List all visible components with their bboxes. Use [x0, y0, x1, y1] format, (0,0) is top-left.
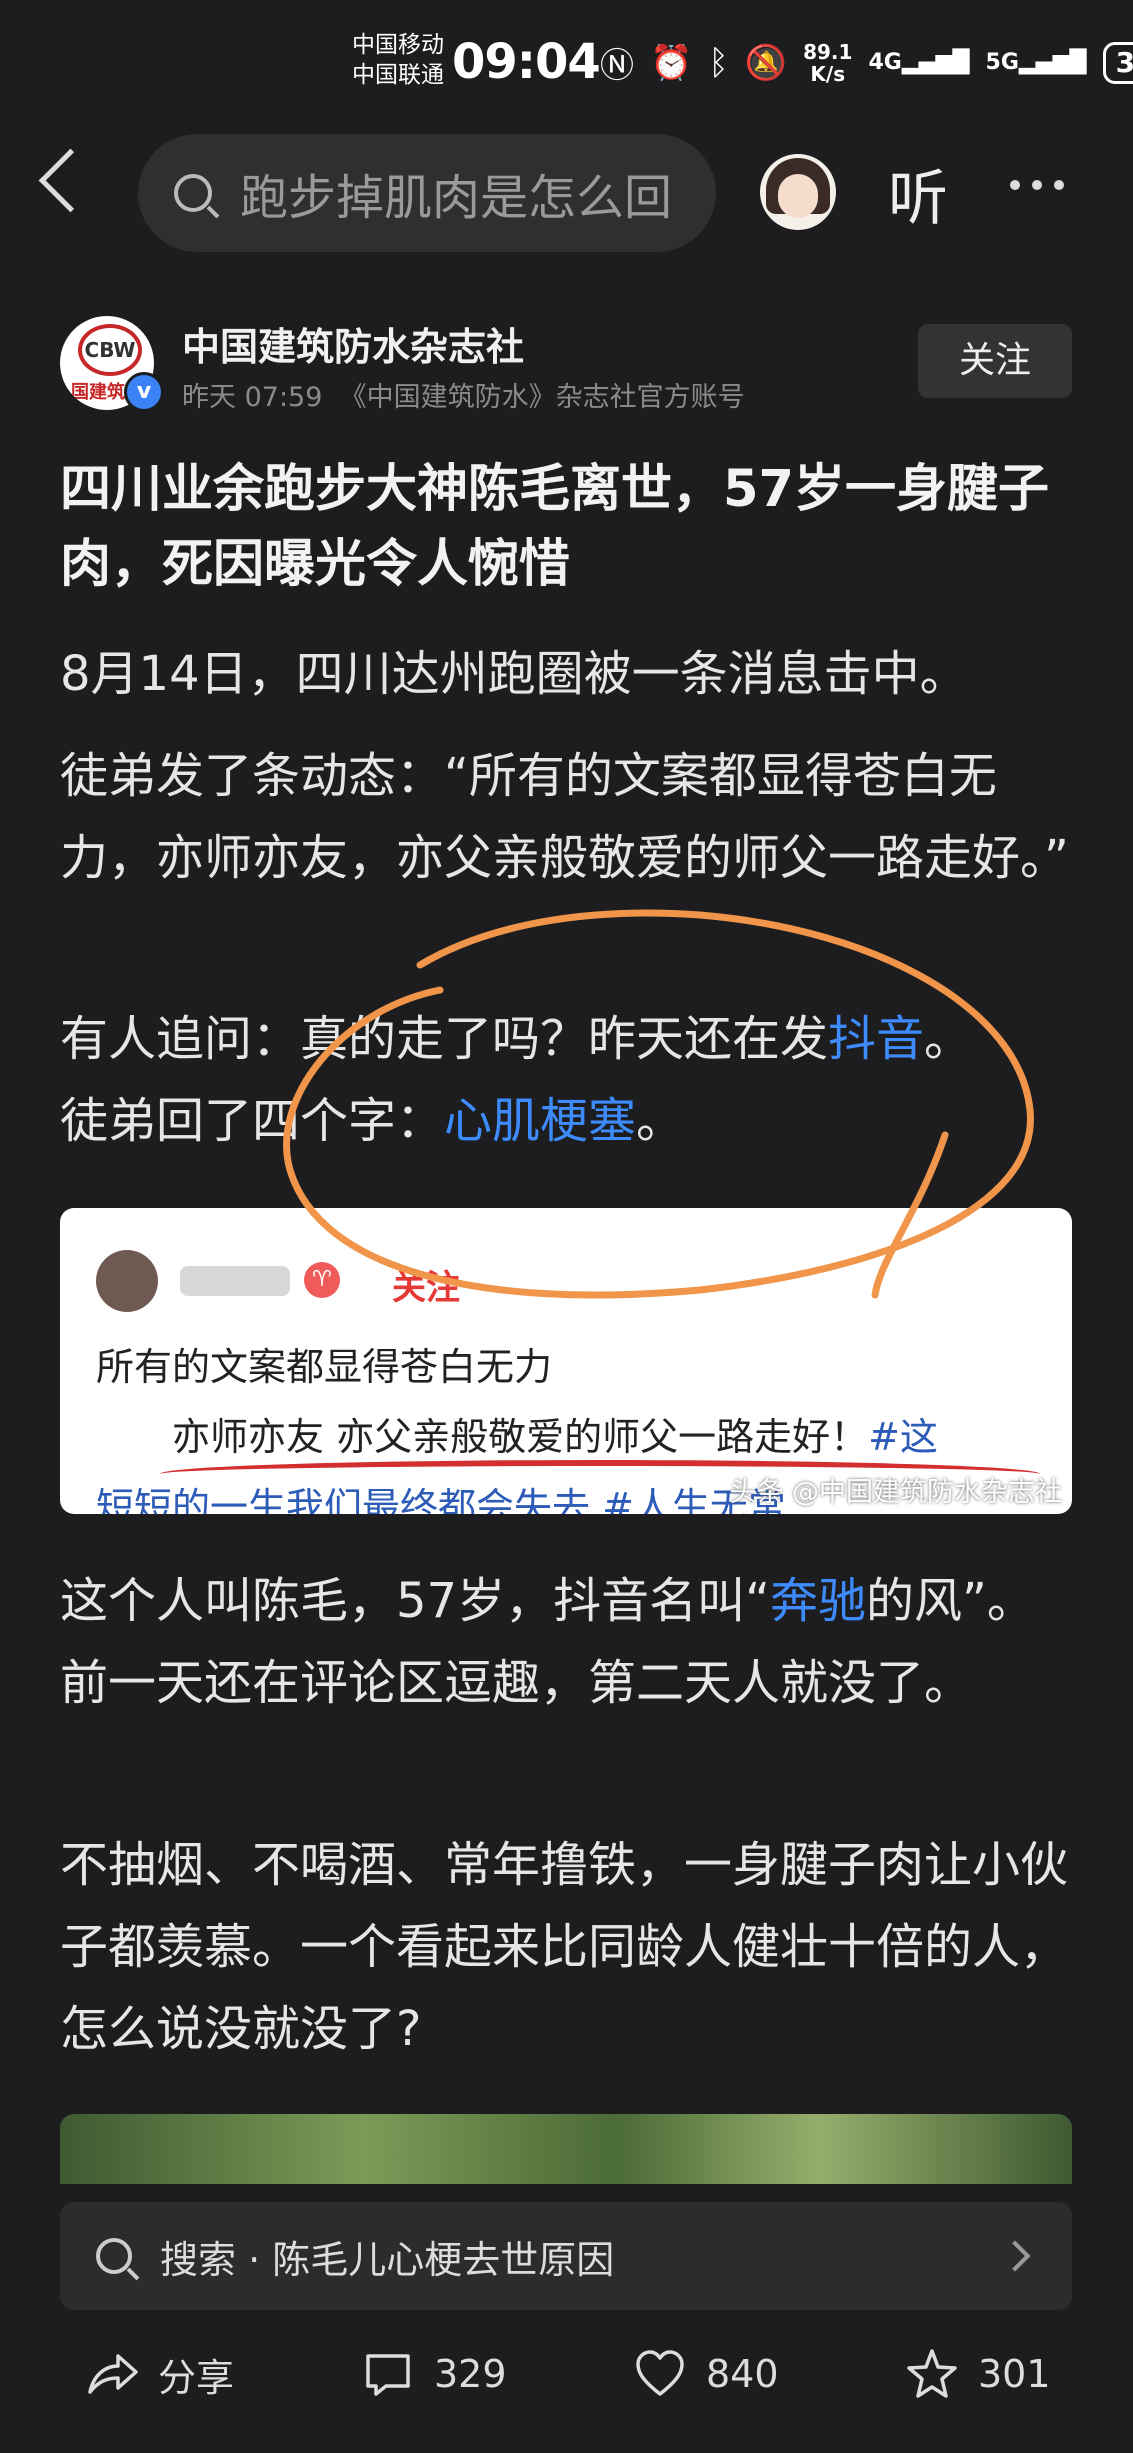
share-icon — [84, 2346, 140, 2402]
article-photo[interactable] — [60, 2114, 1072, 2184]
favorite-button[interactable]: 301 — [904, 2346, 1051, 2402]
benz-link[interactable]: 奔驰 — [770, 1573, 866, 1629]
paragraph-6: 不抽烟、不喝酒、常年撸铁，一身腱子肉让小伙子都羡慕。一个看起来比同龄人健壮十倍的… — [60, 1837, 1069, 2057]
chevron-right-icon — [999, 2240, 1031, 2272]
comment-icon — [360, 2346, 416, 2402]
heart-icon — [632, 2346, 688, 2402]
favorite-count: 301 — [978, 2352, 1051, 2396]
comment-count: 329 — [434, 2352, 507, 2396]
share-button[interactable]: 分享 — [84, 2346, 234, 2402]
like-count: 840 — [706, 2352, 779, 2396]
related-search-text: 搜索 · 陈毛儿心梗去世原因 — [160, 2237, 615, 2282]
share-label: 分享 — [158, 2355, 235, 2400]
comment-button[interactable]: 329 — [360, 2346, 507, 2402]
paragraph-5: 这个人叫陈毛，57岁，抖音名叫“奔驰的风”。前一天还在评论区逗趣，第二天人就没了… — [60, 1573, 1035, 1711]
like-button[interactable]: 840 — [632, 2346, 779, 2402]
related-search-bar[interactable]: 搜索 · 陈毛儿心梗去世原因 — [60, 2202, 1072, 2310]
hand-drawn-circle-annotation — [283, 909, 1034, 1299]
star-icon — [904, 2346, 960, 2402]
search-icon — [96, 2238, 132, 2274]
